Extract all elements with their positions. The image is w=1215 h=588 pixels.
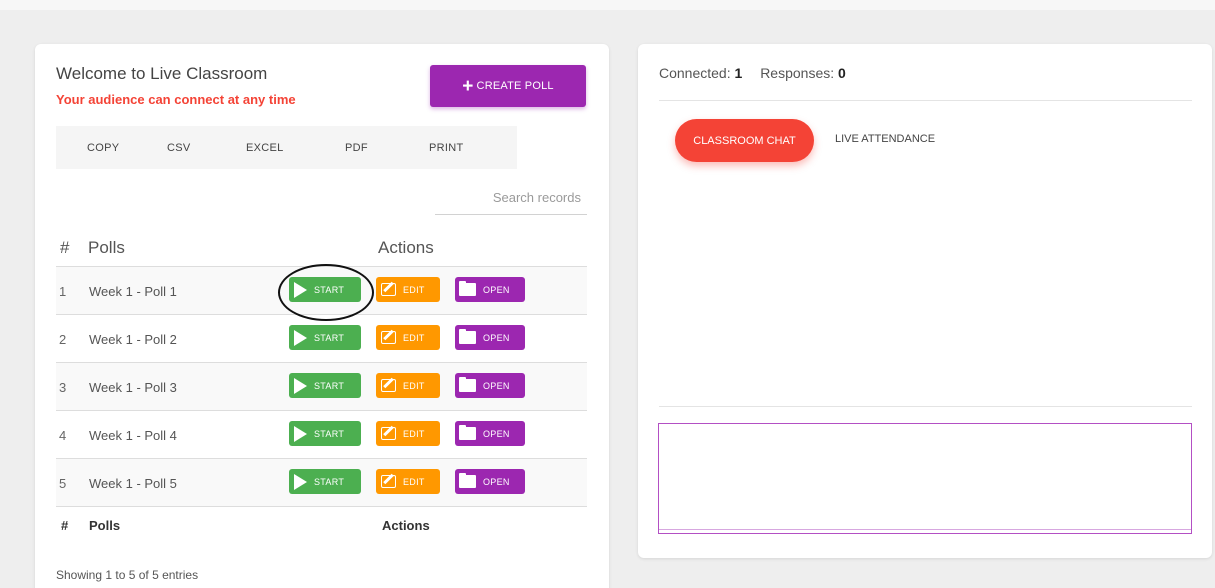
edit-label: EDIT xyxy=(403,428,425,439)
export-toolbar: COPY CSV EXCEL PDF PRINT xyxy=(56,126,517,169)
play-icon xyxy=(294,473,307,490)
edit-label: EDIT xyxy=(403,284,425,295)
edit-button[interactable]: EDIT xyxy=(376,325,440,350)
responses-count: 0 xyxy=(838,65,846,81)
table-row: 4 Week 1 - Poll 4 START EDIT OPEN xyxy=(56,411,587,459)
table-row: 2 Week 1 - Poll 2 START EDIT OPEN xyxy=(56,315,587,363)
table-header: # Polls Actions xyxy=(56,236,587,267)
start-label: START xyxy=(314,428,345,439)
edit-label: EDIT xyxy=(403,332,425,343)
table-row: 5 Week 1 - Poll 5 START EDIT OPEN xyxy=(56,459,587,507)
create-poll-label: CREATE POLL xyxy=(476,80,554,92)
open-button[interactable]: OPEN xyxy=(455,325,525,350)
edit-button[interactable]: EDIT xyxy=(376,373,440,398)
open-label: OPEN xyxy=(483,284,510,295)
print-button[interactable]: PRINT xyxy=(429,142,464,154)
row-num: 5 xyxy=(59,476,67,491)
edit-label: EDIT xyxy=(403,476,425,487)
row-num: 4 xyxy=(59,428,67,443)
divider xyxy=(659,406,1192,407)
row-num: 3 xyxy=(59,380,67,395)
divider xyxy=(659,100,1192,101)
edit-icon xyxy=(381,427,396,440)
poll-name: Week 1 - Poll 5 xyxy=(89,476,177,491)
start-button[interactable]: START xyxy=(289,373,361,398)
start-label: START xyxy=(314,380,345,391)
create-poll-button[interactable]: + CREATE POLL xyxy=(430,65,586,107)
edit-icon xyxy=(381,331,396,344)
start-button[interactable]: START xyxy=(289,325,361,350)
folder-icon xyxy=(459,329,476,344)
edit-icon xyxy=(381,379,396,392)
header-num: # xyxy=(60,238,70,257)
edit-button[interactable]: EDIT xyxy=(376,469,440,494)
open-label: OPEN xyxy=(483,332,510,343)
connected-count: 1 xyxy=(734,65,743,81)
search-input[interactable]: Search records xyxy=(435,184,587,215)
footer-polls: Polls xyxy=(89,518,121,533)
tab-live-attendance[interactable]: LIVE ATTENDANCE xyxy=(835,133,935,145)
row-num: 1 xyxy=(59,284,67,299)
row-num: 2 xyxy=(59,332,67,347)
edit-label: EDIT xyxy=(403,380,425,391)
pdf-button[interactable]: PDF xyxy=(345,142,368,154)
poll-name: Week 1 - Poll 3 xyxy=(89,380,177,395)
top-bar xyxy=(0,0,1215,10)
excel-button[interactable]: EXCEL xyxy=(246,142,284,154)
play-icon xyxy=(294,425,307,442)
open-label: OPEN xyxy=(483,476,510,487)
start-label: START xyxy=(314,476,345,487)
poll-name: Week 1 - Poll 4 xyxy=(89,428,177,443)
footer-num: # xyxy=(61,518,69,533)
play-icon xyxy=(294,281,307,298)
start-label: START xyxy=(314,284,345,295)
open-label: OPEN xyxy=(483,428,510,439)
poll-name: Week 1 - Poll 2 xyxy=(89,332,177,347)
start-button[interactable]: START xyxy=(289,277,361,302)
edit-button[interactable]: EDIT xyxy=(376,421,440,446)
folder-icon xyxy=(459,281,476,296)
play-icon xyxy=(294,329,307,346)
chat-input[interactable] xyxy=(658,423,1192,534)
folder-icon xyxy=(459,377,476,392)
folder-icon xyxy=(459,473,476,488)
responses-label: Responses: xyxy=(760,65,835,81)
classroom-panel: Connected: 1 Responses: 0 CLASSROOM CHAT… xyxy=(638,44,1212,558)
open-button[interactable]: OPEN xyxy=(455,421,525,446)
open-button[interactable]: OPEN xyxy=(455,277,525,302)
header-polls: Polls xyxy=(88,238,125,257)
copy-button[interactable]: COPY xyxy=(87,142,119,154)
audience-note: Your audience can connect at any time xyxy=(56,92,296,107)
start-label: START xyxy=(314,332,345,343)
table-footer: # Polls Actions xyxy=(56,510,587,540)
edit-button[interactable]: EDIT xyxy=(376,277,440,302)
table-row: 1 Week 1 - Poll 1 START EDIT OPEN xyxy=(56,267,587,315)
edit-icon xyxy=(381,475,396,488)
table-row: 3 Week 1 - Poll 3 START EDIT OPEN xyxy=(56,363,587,411)
connection-stats: Connected: 1 Responses: 0 xyxy=(659,65,846,81)
tab-classroom-chat[interactable]: CLASSROOM CHAT xyxy=(675,119,814,162)
folder-icon xyxy=(459,425,476,440)
open-button[interactable]: OPEN xyxy=(455,373,525,398)
entries-info: Showing 1 to 5 of 5 entries xyxy=(56,568,199,582)
play-icon xyxy=(294,377,307,394)
start-button[interactable]: START xyxy=(289,421,361,446)
csv-button[interactable]: CSV xyxy=(167,142,191,154)
poll-name: Week 1 - Poll 1 xyxy=(89,284,177,299)
polls-card: Welcome to Live Classroom Your audience … xyxy=(35,44,609,588)
header-actions: Actions xyxy=(378,238,434,257)
start-button[interactable]: START xyxy=(289,469,361,494)
connected-label: Connected: xyxy=(659,65,731,81)
plus-icon: + xyxy=(462,75,474,97)
footer-actions: Actions xyxy=(382,518,430,533)
page-title: Welcome to Live Classroom xyxy=(56,64,268,83)
open-label: OPEN xyxy=(483,380,510,391)
open-button[interactable]: OPEN xyxy=(455,469,525,494)
edit-icon xyxy=(381,283,396,296)
